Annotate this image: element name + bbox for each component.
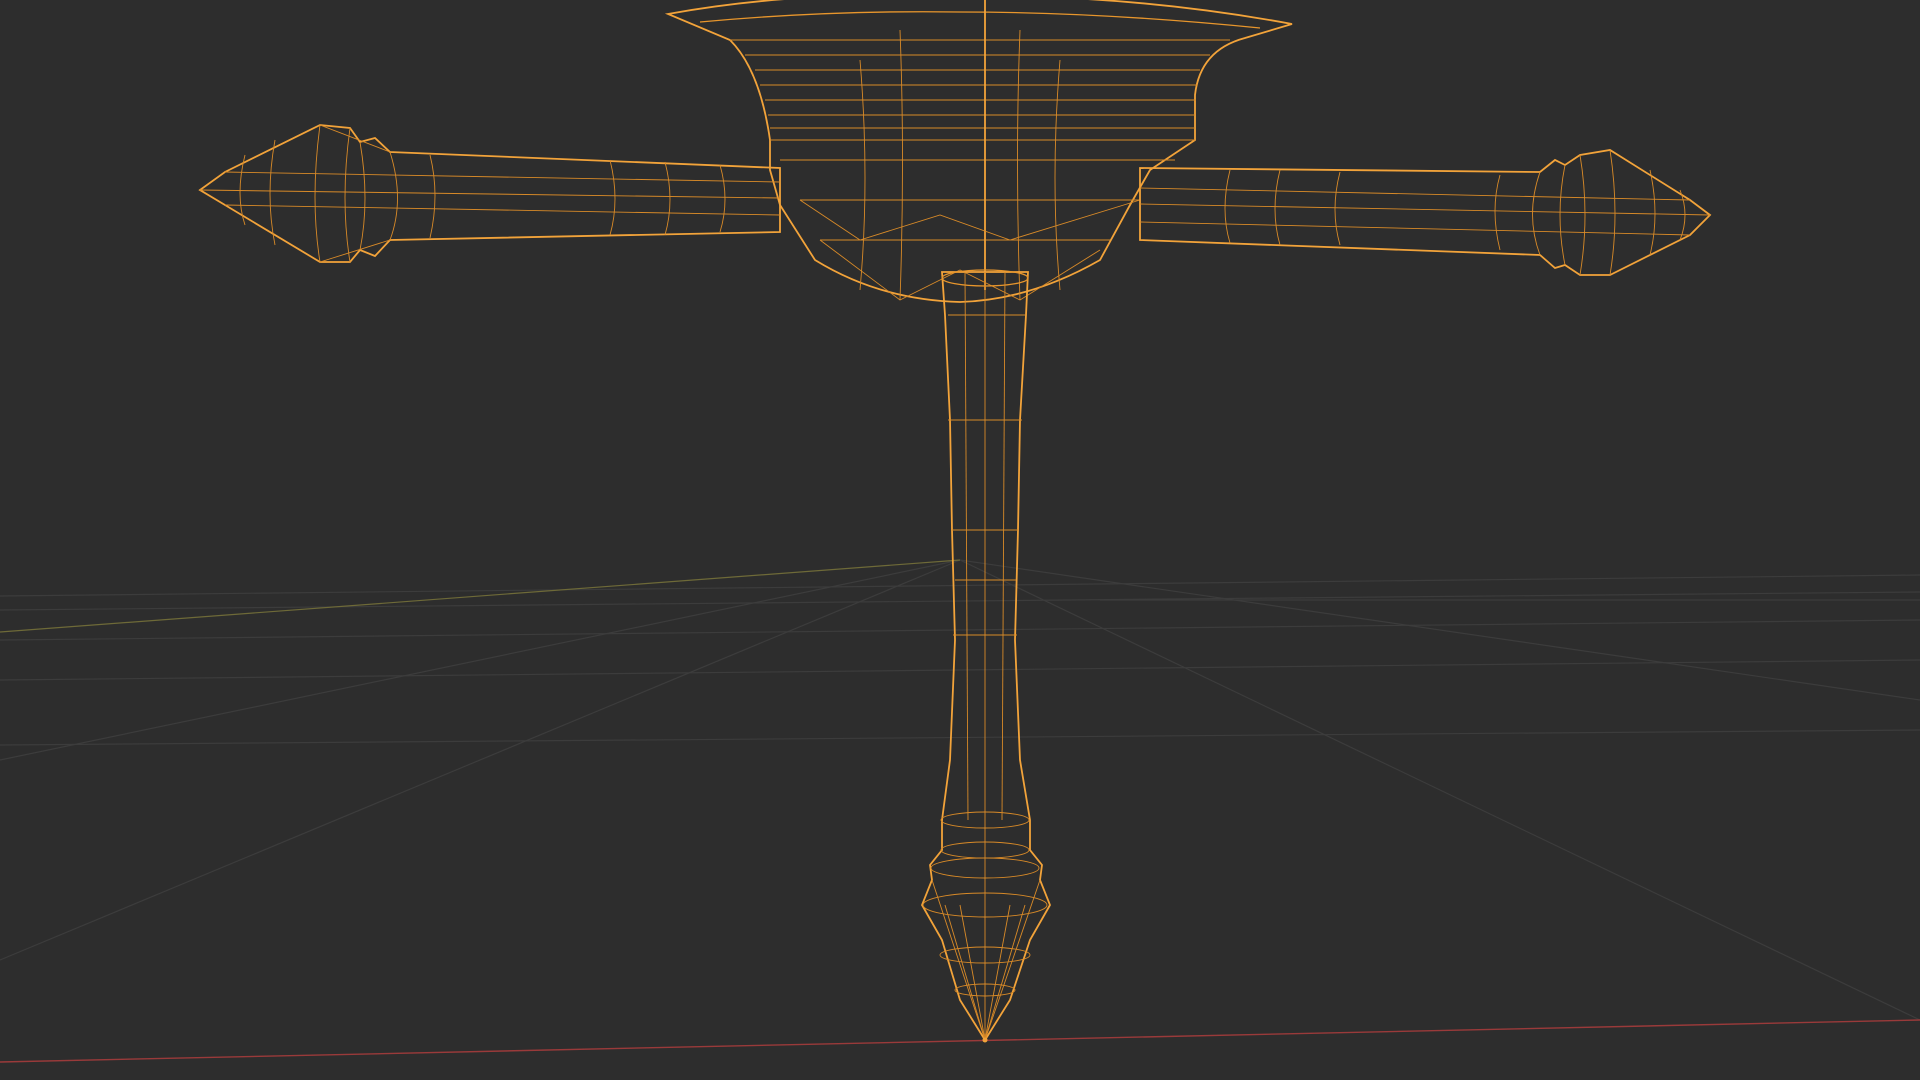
floor-grid xyxy=(0,559,1920,1021)
selected-mesh-wireframe[interactable] xyxy=(198,0,1712,1043)
viewport-canvas[interactable] xyxy=(0,0,1920,1080)
y-axis-line xyxy=(0,559,961,633)
object-origin-point[interactable] xyxy=(982,1037,988,1043)
x-axis-line xyxy=(0,1019,1920,1063)
3d-viewport[interactable] xyxy=(0,0,1920,1080)
